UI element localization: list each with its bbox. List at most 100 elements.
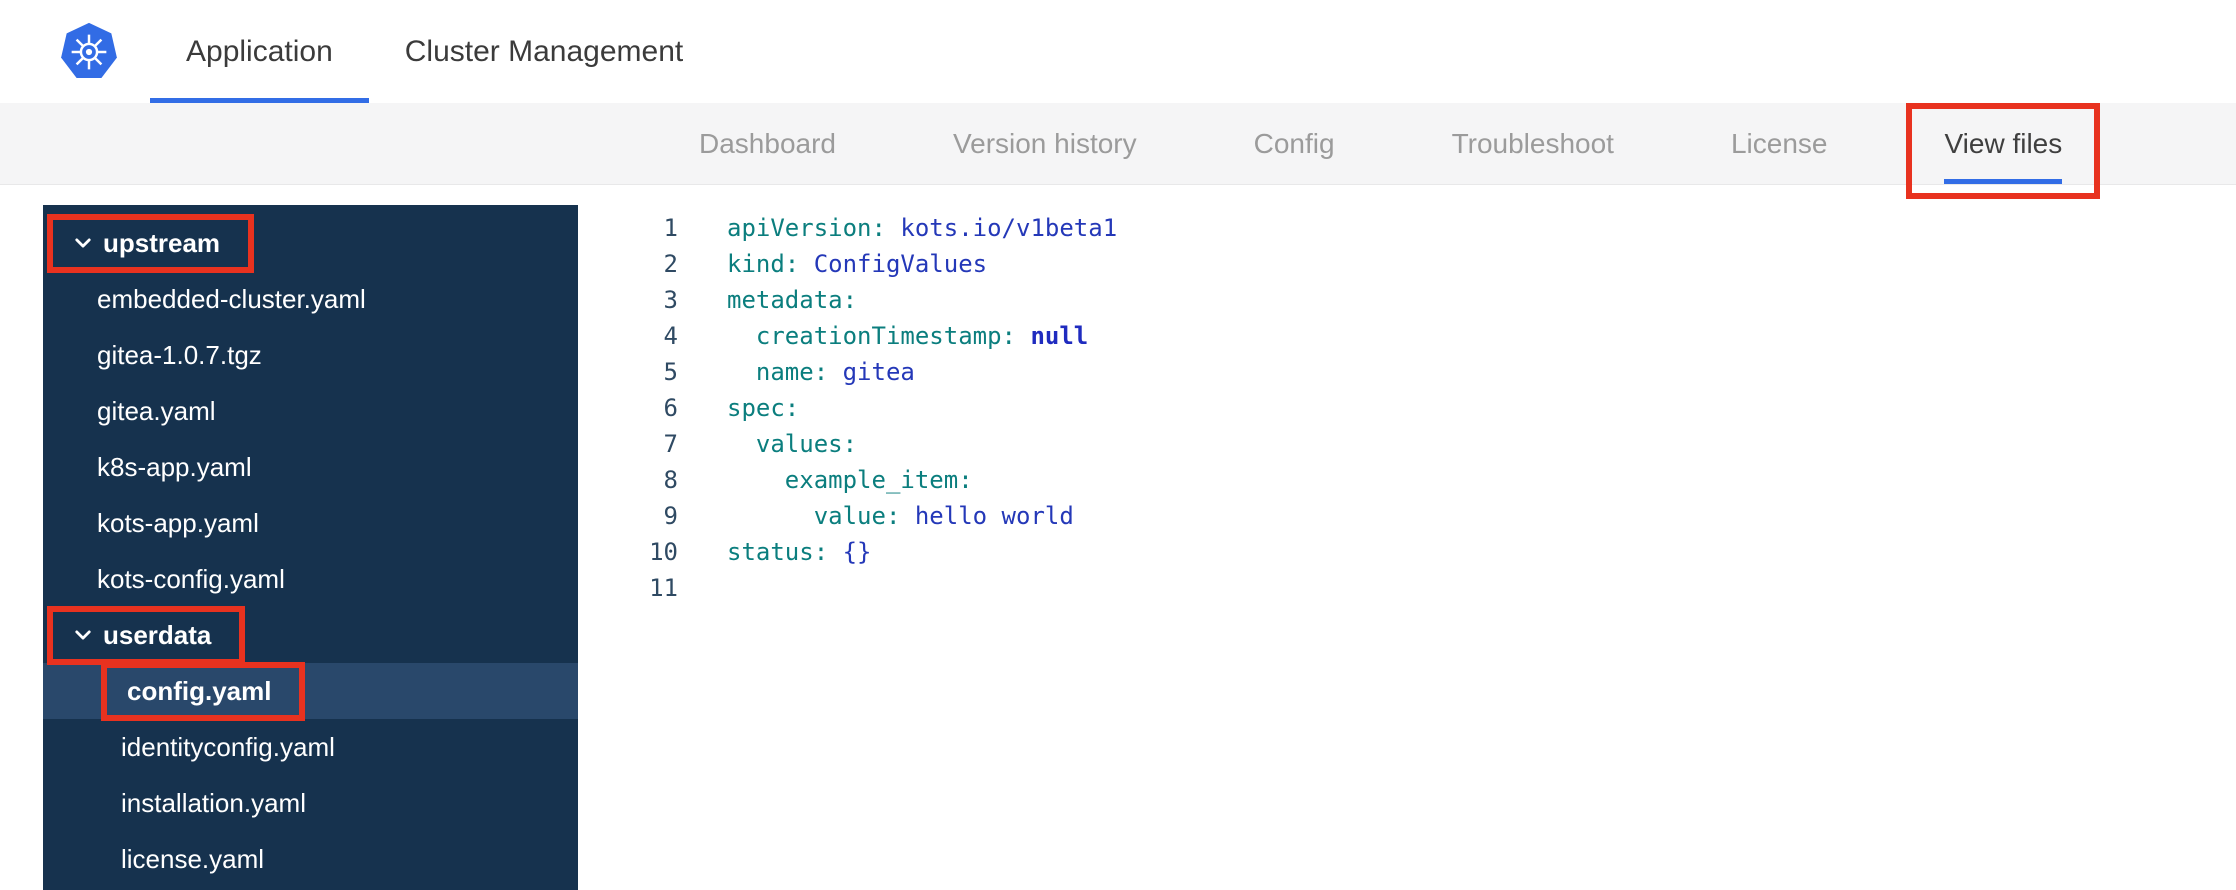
tree-item-label: kots-app.yaml <box>97 507 259 538</box>
file-tree: upstream embedded-cluster.yaml gitea-1.0.7… <box>43 205 578 890</box>
tree-item-content: gitea-1.0.7.tgz <box>97 340 262 371</box>
line-number: 2 <box>663 250 678 278</box>
tree-item-config-yaml[interactable]: config.yaml <box>43 661 578 721</box>
annotation-box: config.yaml <box>101 661 306 721</box>
line-number: 7 <box>663 430 678 458</box>
line-number: 10 <box>649 538 678 566</box>
tree-item-kots-app-yaml[interactable]: kots-app.yaml <box>43 495 578 551</box>
code-line[interactable]: spec: <box>727 390 2236 426</box>
top-tab-cluster-management[interactable]: Cluster Management <box>369 0 719 103</box>
tree-item-label: config.yaml <box>127 675 272 706</box>
tree-item-content: installation.yaml <box>121 788 306 819</box>
nav-tab-dashboard[interactable]: Dashboard <box>699 103 836 184</box>
editor-gutter: 1 2 3 4 5 6 7 8 9 10 11 <box>578 210 678 890</box>
nav-tab-view-files[interactable]: View files <box>1906 103 2100 199</box>
top-tab-application[interactable]: Application <box>150 0 369 103</box>
line-number: 4 <box>663 322 678 350</box>
nav-tab-troubleshoot[interactable]: Troubleshoot <box>1452 103 1614 184</box>
code-token: value: <box>813 502 901 530</box>
line-number: 11 <box>649 574 678 602</box>
nav-tab-version-history[interactable]: Version history <box>953 103 1137 184</box>
code-token: status: <box>727 538 829 566</box>
code-token: name: <box>755 358 829 386</box>
tree-item-content: license.yaml <box>121 844 264 875</box>
tree-item-k8s-app-yaml[interactable]: k8s-app.yaml <box>43 439 578 495</box>
line-number: 1 <box>663 214 678 242</box>
tree-item-content: k8s-app.yaml <box>97 452 252 483</box>
code-token: hello world <box>914 502 1074 530</box>
tree-item-label: license.yaml <box>121 843 265 874</box>
code-token: creationTimestamp: <box>755 322 1016 350</box>
code-token: metadata: <box>727 286 858 314</box>
nav-tab-config[interactable]: Config <box>1254 103 1335 184</box>
code-token: gitea <box>842 358 915 386</box>
tree-item-content: kots-config.yaml <box>97 564 285 595</box>
tree-item-content: kots-app.yaml <box>97 508 259 539</box>
code-line[interactable]: kind: ConfigValues <box>727 246 2236 282</box>
tree-item-kots-config-yaml[interactable]: kots-config.yaml <box>43 551 578 607</box>
code-line[interactable]: values: <box>727 426 2236 462</box>
tree-item-gitea-1-0-7-tgz[interactable]: gitea-1.0.7.tgz <box>43 327 578 383</box>
tree-item-label: kots-config.yaml <box>97 563 285 594</box>
code-token: {} <box>842 538 872 566</box>
tree-item-content: gitea.yaml <box>97 396 216 427</box>
annotation-box: upstream <box>47 213 255 273</box>
tree-item-label: upstream <box>103 227 221 258</box>
app-nav-bar: Dashboard Version history Config Troublesho… <box>0 103 2236 199</box>
tree-item-label: gitea-1.0.7.tgz <box>97 339 262 370</box>
editor-code[interactable]: apiVersion: kots.io/v1beta1 kind: ConfigV… <box>678 210 2236 890</box>
tree-item-label: embedded-cluster.yaml <box>97 283 366 314</box>
tree-item-label: installation.yaml <box>121 787 306 818</box>
code-line[interactable]: value: hello world <box>727 498 2236 534</box>
kubernetes-logo <box>58 0 120 103</box>
tree-item-label: k8s-app.yaml <box>97 451 252 482</box>
nav-tab-license[interactable]: License <box>1731 103 1828 184</box>
code-editor[interactable]: 1 2 3 4 5 6 7 8 9 10 11 apiVersion: kots.io/v1beta… <box>578 185 2236 890</box>
top-header: Application Cluster Management <box>0 0 2236 103</box>
tree-item-installation-yaml[interactable]: installation.yaml <box>43 775 578 831</box>
code-line[interactable] <box>727 570 2236 606</box>
chevron-down-icon[interactable] <box>73 233 93 253</box>
line-number: 8 <box>663 466 678 494</box>
line-number: 3 <box>663 286 678 314</box>
line-number: 9 <box>663 502 678 530</box>
tree-item-content: identityconfig.yaml <box>121 732 335 763</box>
code-token: example_item: <box>784 466 973 494</box>
code-token: kots.io/v1beta1 <box>900 214 1118 242</box>
tree-item-identityconfig-yaml[interactable]: identityconfig.yaml <box>43 719 578 775</box>
code-line[interactable]: creationTimestamp: null <box>727 318 2236 354</box>
code-token: ConfigValues <box>813 250 988 278</box>
code-token: values: <box>755 430 858 458</box>
annotation-box: userdata <box>47 605 246 665</box>
code-token: spec: <box>727 394 800 422</box>
chevron-down-icon[interactable] <box>73 625 93 645</box>
code-line[interactable]: metadata: <box>727 282 2236 318</box>
tree-item-license-yaml[interactable]: license.yaml <box>43 831 578 887</box>
code-line[interactable]: status: {} <box>727 534 2236 570</box>
line-number: 5 <box>663 358 678 386</box>
tree-item-label: identityconfig.yaml <box>121 731 335 762</box>
tree-item-gitea-yaml[interactable]: gitea.yaml <box>43 383 578 439</box>
tree-item-embedded-cluster-yaml[interactable]: embedded-cluster.yaml <box>43 271 578 327</box>
tree-item-label: userdata <box>103 619 212 650</box>
code-token: apiVersion: <box>727 214 886 242</box>
code-line[interactable]: name: gitea <box>727 354 2236 390</box>
tree-item-upstream[interactable]: upstream <box>43 213 578 273</box>
code-token: kind: <box>727 250 800 278</box>
tree-item-label: gitea.yaml <box>97 395 216 426</box>
code-token: null <box>1030 322 1089 350</box>
tree-item-content: embedded-cluster.yaml <box>97 284 366 315</box>
main-body: upstream embedded-cluster.yaml gitea-1.0.7… <box>0 185 2236 890</box>
tree-item-userdata[interactable]: userdata <box>43 605 578 665</box>
code-line[interactable]: apiVersion: kots.io/v1beta1 <box>727 210 2236 246</box>
code-line[interactable]: example_item: <box>727 462 2236 498</box>
